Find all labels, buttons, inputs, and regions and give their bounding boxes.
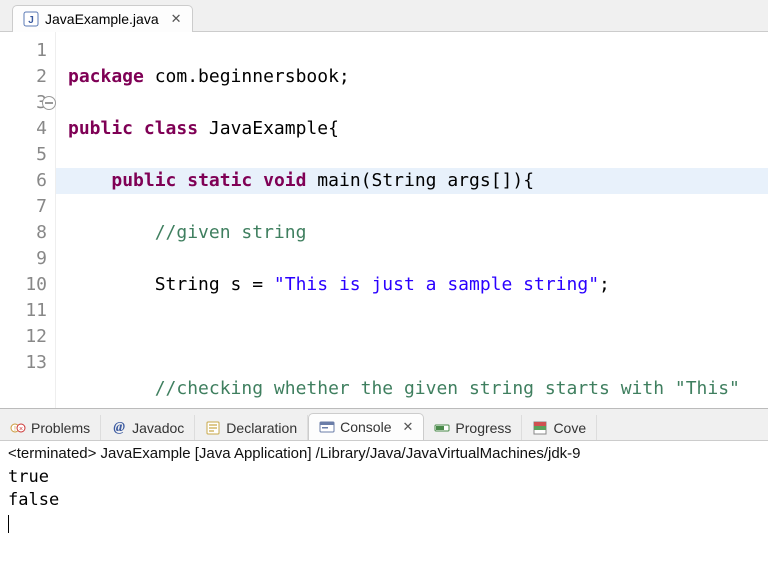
console-icon [319, 419, 335, 435]
svg-text:!: ! [14, 426, 16, 433]
code-area[interactable]: package com.beginnersbook; public class … [56, 32, 768, 408]
close-icon[interactable]: ✕ [403, 419, 414, 435]
console-output[interactable]: true false [0, 464, 768, 537]
line-number: 6 [0, 168, 47, 194]
line-number: 7 [0, 194, 47, 220]
view-tab-label: Console [340, 419, 391, 435]
console-line: false [8, 490, 59, 510]
view-tab-label: Progress [455, 420, 511, 436]
line-number: 11 [0, 298, 47, 324]
close-icon[interactable]: ✕ [171, 11, 182, 27]
svg-text:J: J [28, 15, 34, 26]
tab-coverage[interactable]: Cove [522, 415, 597, 441]
view-tab-label: Problems [31, 420, 90, 436]
views-tabbar: !× Problems @ Javadoc Declaration Consol… [0, 409, 768, 441]
line-number: 5 [0, 142, 47, 168]
line-number: 4 [0, 116, 47, 142]
view-tab-label: Javadoc [132, 420, 184, 436]
declaration-icon [205, 420, 221, 436]
editor-pane: J JavaExample.java ✕ 1 2 3 4 5 6 7 8 9 1… [0, 0, 768, 408]
tab-progress[interactable]: Progress [424, 415, 522, 441]
svg-text:×: × [19, 426, 23, 433]
java-file-icon: J [23, 11, 39, 27]
problems-icon: !× [10, 420, 26, 436]
line-number: 8 [0, 220, 47, 246]
line-number: 3 [0, 90, 47, 116]
console-status-line: <terminated> JavaExample [Java Applicati… [0, 441, 768, 464]
text-caret [8, 515, 9, 533]
code-editor[interactable]: 1 2 3 4 5 6 7 8 9 10 11 12 13 package co… [0, 32, 768, 408]
line-number: 12 [0, 324, 47, 350]
editor-tab-label: JavaExample.java [45, 11, 159, 27]
fold-toggle-icon[interactable] [42, 96, 56, 110]
console-line: true [8, 467, 49, 487]
progress-icon [434, 420, 450, 436]
line-number: 9 [0, 246, 47, 272]
line-number-gutter: 1 2 3 4 5 6 7 8 9 10 11 12 13 [0, 32, 56, 408]
bottom-pane: !× Problems @ Javadoc Declaration Consol… [0, 408, 768, 566]
view-tab-label: Declaration [226, 420, 297, 436]
editor-tab-javaexample[interactable]: J JavaExample.java ✕ [12, 5, 193, 32]
line-number: 2 [0, 64, 47, 90]
tab-declaration[interactable]: Declaration [195, 415, 308, 441]
javadoc-icon: @ [111, 420, 127, 436]
coverage-icon [532, 420, 548, 436]
tab-javadoc[interactable]: @ Javadoc [101, 415, 195, 441]
tab-console[interactable]: Console ✕ [308, 413, 424, 441]
editor-tabbar: J JavaExample.java ✕ [0, 0, 768, 32]
line-number: 1 [0, 38, 47, 64]
tab-problems[interactable]: !× Problems [0, 415, 101, 441]
line-number: 13 [0, 350, 47, 376]
line-number: 10 [0, 272, 47, 298]
view-tab-label: Cove [553, 420, 586, 436]
